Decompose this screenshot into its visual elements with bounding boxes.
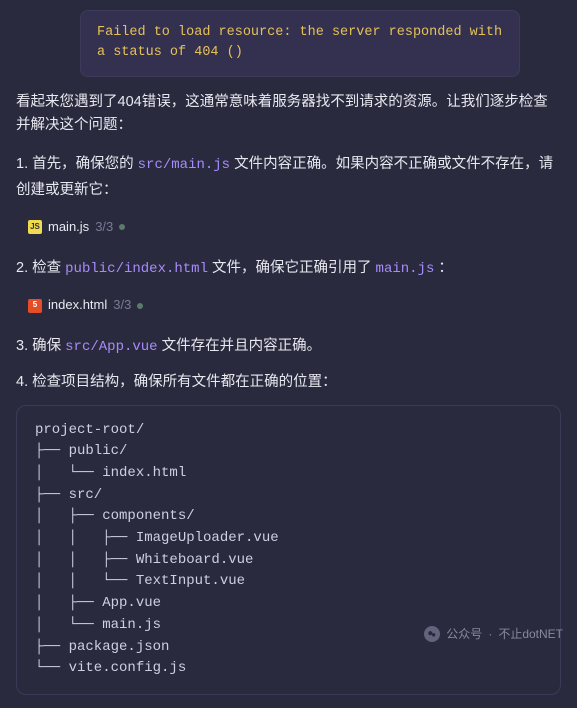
file-chip-indexhtml-frac: 3/3 [113, 295, 131, 316]
watermark-name: 不止dotNET [498, 625, 563, 644]
step-1-code: src/main.js [138, 157, 230, 173]
step-2-code2: main.js [376, 261, 435, 277]
status-dot-icon [119, 224, 125, 230]
watermark-label: 公众号 [446, 625, 482, 644]
watermark-sep: · [488, 625, 492, 644]
step-1: 1. 首先，确保您的 src/main.js 文件内容正确。如果内容不正确或文件… [16, 152, 561, 202]
step-4: 4. 检查项目结构，确保所有文件都在正确的位置： [16, 370, 561, 395]
status-dot-icon [137, 303, 143, 309]
step-3-suffix: 文件存在并且内容正确。 [158, 338, 322, 354]
wechat-icon [424, 626, 440, 642]
file-chip-indexhtml[interactable]: 5 index.html 3/3 [28, 295, 143, 316]
step-2-prefix: 2. 检查 [16, 260, 65, 276]
step-2-mid: 文件，确保它正确引用了 [208, 260, 376, 276]
step-3: 3. 确保 src/App.vue 文件存在并且内容正确。 [16, 334, 561, 360]
watermark: 公众号 · 不止dotNET [424, 625, 563, 644]
js-file-icon: JS [28, 220, 42, 234]
step-2: 2. 检查 public/index.html 文件，确保它正确引用了 main… [16, 256, 561, 282]
step-2-suffix: ： [434, 260, 453, 276]
error-message-box: Failed to load resource: the server resp… [80, 10, 520, 77]
file-chip-indexhtml-name: index.html [48, 295, 107, 316]
step-3-code: src/App.vue [65, 339, 157, 355]
intro-paragraph: 看起来您遇到了404错误，这通常意味着服务器找不到请求的资源。让我们逐步检查并解… [16, 91, 561, 139]
html-file-icon: 5 [28, 299, 42, 313]
project-tree-code: project-root/ ├── public/ │ └── index.ht… [16, 405, 561, 695]
step-3-prefix: 3. 确保 [16, 338, 65, 354]
error-text: Failed to load resource: the server resp… [97, 25, 502, 60]
file-chip-mainjs-frac: 3/3 [95, 217, 113, 238]
step-2-code: public/index.html [65, 261, 208, 277]
file-chip-mainjs[interactable]: JS main.js 3/3 [28, 217, 125, 238]
file-chip-mainjs-name: main.js [48, 217, 89, 238]
step-1-prefix: 1. 首先，确保您的 [16, 156, 138, 172]
